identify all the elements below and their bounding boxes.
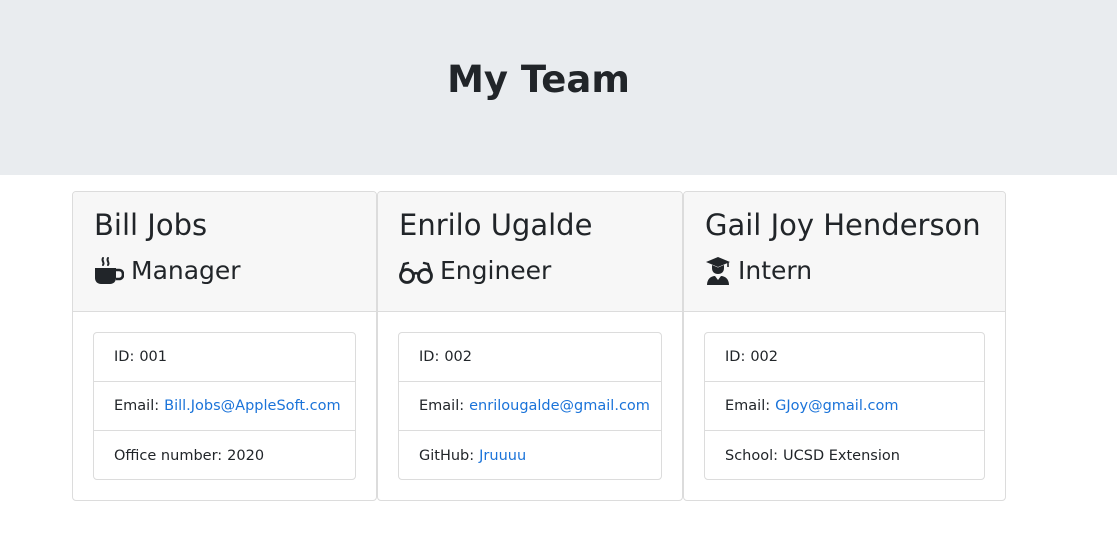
id-label: ID: [725, 349, 746, 365]
employee-office-number: Office number: 2020 [94, 431, 355, 480]
email-label: Email: [725, 398, 771, 414]
employee-name: Gail Joy Henderson [705, 208, 981, 242]
role-label: Engineer [440, 256, 552, 285]
employee-details: ID: 001 Email: Bill.Jobs@AppleSoft.com O… [93, 332, 356, 480]
card-header: Gail Joy Henderson Intern [684, 192, 1005, 312]
employee-card-manager: Bill Jobs Manager ID: 001 Email: Bill.Jo… [72, 191, 377, 501]
employee-card-intern: Gail Joy Henderson Intern ID: 002 Email:… [683, 191, 1006, 501]
employee-id: ID: 002 [705, 333, 984, 382]
employee-id: ID: 002 [399, 333, 661, 382]
employee-details: ID: 002 Email: GJoy@gmail.com School: UC… [704, 332, 985, 480]
office-number-value: 2020 [227, 447, 265, 464]
email-label: Email: [114, 398, 160, 414]
employee-role: Intern [705, 254, 812, 288]
coffee-mug-icon [94, 256, 125, 286]
card-header: Bill Jobs Manager [73, 192, 376, 312]
github-label: GitHub: [419, 447, 475, 464]
id-value: 001 [139, 349, 168, 365]
jumbotron-header: My Team [0, 0, 1117, 175]
role-label: Manager [131, 256, 241, 285]
employee-name: Enrilo Ugalde [399, 208, 593, 242]
employee-id: ID: 001 [94, 333, 355, 382]
graduate-icon [705, 256, 731, 286]
employee-email: Email: enrilougalde@gmail.com [399, 382, 661, 431]
office-number-label: Office number: [114, 447, 223, 464]
school-value: UCSD Extension [783, 447, 900, 464]
email-link[interactable]: enrilougalde@gmail.com [469, 398, 650, 414]
employee-email: Email: Bill.Jobs@AppleSoft.com [94, 382, 355, 431]
card-header: Enrilo Ugalde Engineer [378, 192, 682, 312]
employee-email: Email: GJoy@gmail.com [705, 382, 984, 431]
github-link[interactable]: Jruuuu [479, 448, 526, 464]
email-link[interactable]: Bill.Jobs@AppleSoft.com [164, 398, 341, 414]
id-value: 002 [750, 349, 779, 365]
page-title: My Team [447, 58, 630, 101]
employee-role: Manager [94, 254, 241, 288]
employee-role: Engineer [399, 254, 551, 288]
school-label: School: [725, 447, 779, 464]
email-link[interactable]: GJoy@gmail.com [775, 398, 898, 414]
id-label: ID: [114, 349, 135, 365]
email-label: Email: [419, 398, 465, 414]
employee-school: School: UCSD Extension [705, 431, 984, 480]
employee-details: ID: 002 Email: enrilougalde@gmail.com Gi… [398, 332, 662, 480]
id-value: 002 [444, 349, 473, 365]
glasses-icon [399, 256, 433, 286]
id-label: ID: [419, 349, 440, 365]
role-label: Intern [738, 256, 813, 285]
employee-name: Bill Jobs [94, 208, 208, 242]
employee-github: GitHub: Jruuuu [399, 431, 661, 480]
employee-card-engineer: Enrilo Ugalde Engineer ID: 002 Email: en… [377, 191, 683, 501]
